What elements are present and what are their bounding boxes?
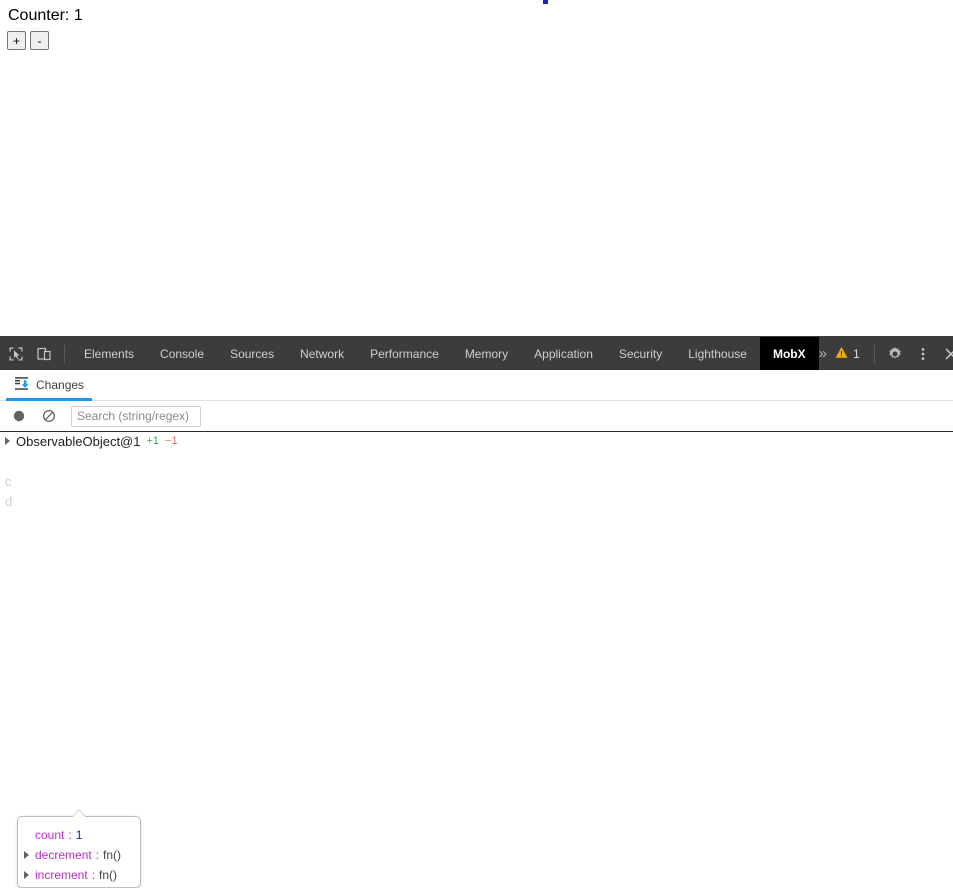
- warning-badge[interactable]: 1: [827, 346, 868, 362]
- web-page-content: Counter: 1 + -: [0, 0, 953, 336]
- record-circle-icon[interactable]: [6, 403, 32, 429]
- subtab-label: Changes: [36, 378, 85, 392]
- expand-triangle-icon[interactable]: [5, 437, 10, 445]
- popup-value: 1: [75, 828, 83, 842]
- popup-row-decrement[interactable]: decrement: fn(): [18, 845, 140, 865]
- tab-network[interactable]: Network: [287, 337, 357, 370]
- tab-security[interactable]: Security: [606, 337, 675, 370]
- tab-memory[interactable]: Memory: [452, 337, 521, 370]
- popup-value: fn(): [103, 848, 122, 862]
- devtools-tab-strip: Elements Console Sources Network Perform…: [71, 337, 819, 370]
- object-preview-popup: count: 1 decrement: fn() increment: fn(): [17, 809, 141, 888]
- devtools-toolbar: Elements Console Sources Network Perform…: [0, 337, 953, 370]
- counter-label: Counter: 1: [8, 7, 83, 24]
- clear-prohibited-icon[interactable]: [36, 403, 62, 429]
- increment-button[interactable]: +: [7, 31, 26, 50]
- popup-spacer-icon: [24, 831, 29, 839]
- additions-badge: +1: [146, 435, 160, 447]
- panel-subtab-strip: Changes: [0, 370, 953, 401]
- tab-elements[interactable]: Elements: [71, 337, 147, 370]
- tab-application[interactable]: Application: [521, 337, 606, 370]
- warning-count: 1: [852, 346, 860, 361]
- popup-row-increment[interactable]: increment: fn(): [18, 865, 140, 885]
- obscured-row-2: d: [5, 494, 13, 509]
- device-toolbar-icon[interactable]: [30, 340, 58, 368]
- gear-icon[interactable]: [881, 340, 909, 368]
- popup-expand-triangle-icon[interactable]: [24, 871, 29, 879]
- tab-performance[interactable]: Performance: [357, 337, 452, 370]
- tab-lighthouse[interactable]: Lighthouse: [675, 337, 760, 370]
- more-vertical-icon[interactable]: [909, 340, 937, 368]
- more-tabs-button[interactable]: »: [819, 337, 827, 370]
- popup-key: count: [35, 828, 65, 842]
- clipped-artifact: [543, 0, 548, 4]
- tab-sources[interactable]: Sources: [217, 337, 287, 370]
- tab-console[interactable]: Console: [147, 337, 217, 370]
- deletions-badge: −1: [165, 435, 178, 447]
- tab-mobx[interactable]: MobX: [759, 337, 819, 370]
- decrement-button[interactable]: -: [30, 31, 49, 50]
- devtools-toolbar-right: 1: [827, 337, 953, 370]
- popup-key: increment: [35, 868, 88, 882]
- popup-value: fn(): [99, 868, 118, 882]
- inspect-element-icon[interactable]: [2, 340, 30, 368]
- toolbar-divider-right: [873, 344, 875, 363]
- close-icon[interactable]: [937, 340, 953, 368]
- tree-row-observable-object[interactable]: ObservableObject@1 +1 −1: [0, 432, 953, 450]
- devtools-panel: Elements Console Sources Network Perform…: [0, 336, 953, 888]
- toolbar-divider: [64, 344, 65, 363]
- changes-icon: [14, 376, 29, 394]
- popup-caret-inner: [72, 810, 86, 818]
- warning-triangle-icon: [835, 346, 848, 362]
- popup-expand-triangle-icon[interactable]: [24, 851, 29, 859]
- popup-key: decrement: [35, 848, 92, 862]
- counter-controls: + -: [7, 31, 49, 50]
- search-input[interactable]: [71, 405, 201, 427]
- changes-tree: ObservableObject@1 +1 −1 c d: [0, 432, 953, 596]
- subtab-changes[interactable]: Changes: [6, 370, 93, 401]
- tree-node-label: ObservableObject@1: [16, 433, 141, 449]
- changes-action-toolbar: [0, 401, 953, 432]
- popup-row-count[interactable]: count: 1: [18, 825, 140, 845]
- obscured-row-1: c: [5, 474, 12, 489]
